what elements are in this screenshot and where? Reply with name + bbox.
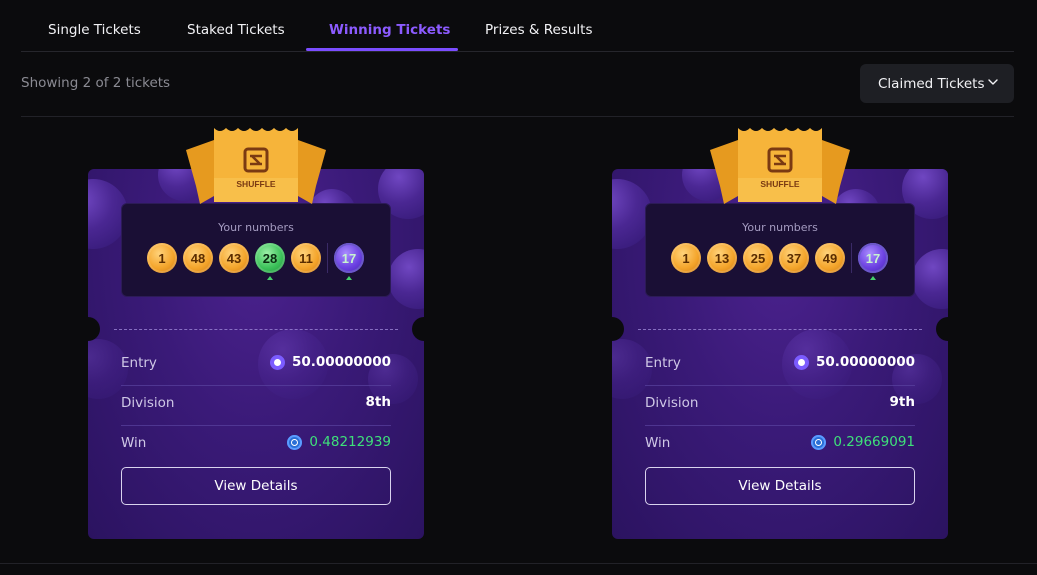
win-value: 0.48212939 bbox=[309, 434, 391, 450]
win-label: Win bbox=[121, 435, 147, 451]
tab-staked-tickets[interactable]: Staked Tickets bbox=[187, 22, 285, 38]
division-row: Division 9th bbox=[645, 383, 915, 423]
bonus-number-ball: 17 bbox=[334, 243, 364, 273]
usdc-coin-icon bbox=[287, 434, 303, 450]
match-indicator-icon bbox=[267, 276, 273, 280]
divider bbox=[0, 563, 1037, 564]
winning-ticket-card: Your numbers 1 13 25 37 49 17 Entry 50.0… bbox=[612, 126, 948, 539]
shuffle-token-icon bbox=[793, 354, 809, 370]
entry-row: Entry 50.00000000 bbox=[645, 343, 915, 383]
ticket-notch bbox=[612, 317, 624, 341]
ticket-tabs: Single Tickets Staked Tickets Winning Ti… bbox=[21, 0, 1014, 52]
perforation-line bbox=[638, 329, 922, 330]
number-ball: 1 bbox=[671, 243, 701, 273]
your-numbers-panel: Your numbers 1 48 43 28 11 17 bbox=[121, 203, 391, 297]
shuffle-token-icon bbox=[269, 354, 285, 370]
entry-label: Entry bbox=[645, 355, 681, 371]
winning-ticket-card: Your numbers 1 48 43 28 11 17 Entry 50.0… bbox=[88, 126, 424, 539]
your-numbers-label: Your numbers bbox=[218, 221, 294, 234]
win-label: Win bbox=[645, 435, 671, 451]
number-ball: 1 bbox=[147, 243, 177, 273]
ticket-filter-label: Claimed Tickets bbox=[878, 75, 985, 92]
decor-ball bbox=[912, 249, 948, 309]
division-value: 8th bbox=[365, 394, 391, 410]
ticket-notch bbox=[936, 317, 948, 341]
tab-prizes-results[interactable]: Prizes & Results bbox=[485, 22, 593, 38]
division-label: Division bbox=[121, 395, 175, 411]
tab-winning-tickets[interactable]: Winning Tickets bbox=[329, 22, 450, 38]
decor-ball bbox=[388, 249, 424, 309]
win-value: 0.29669091 bbox=[833, 434, 915, 450]
usdc-coin-icon bbox=[811, 434, 827, 450]
view-details-button[interactable]: View Details bbox=[645, 467, 915, 505]
win-row: Win 0.29669091 bbox=[645, 423, 915, 463]
matched-number-ball: 28 bbox=[255, 243, 285, 273]
division-row: Division 8th bbox=[121, 383, 391, 423]
number-balls: 1 48 43 28 11 17 bbox=[147, 243, 387, 280]
ticket-notch bbox=[412, 317, 424, 341]
match-indicator-icon bbox=[870, 276, 876, 280]
division-value: 9th bbox=[889, 394, 915, 410]
entry-value: 50.00000000 bbox=[815, 354, 915, 370]
entry-label: Entry bbox=[121, 355, 157, 371]
bonus-separator bbox=[851, 243, 852, 273]
tab-single-tickets[interactable]: Single Tickets bbox=[48, 22, 141, 38]
division-label: Division bbox=[645, 395, 699, 411]
logo-text: SHUFFLE bbox=[236, 179, 276, 189]
number-balls: 1 13 25 37 49 17 bbox=[671, 243, 911, 280]
your-numbers-panel: Your numbers 1 13 25 37 49 17 bbox=[645, 203, 915, 297]
ticket-notch bbox=[88, 317, 100, 341]
bonus-number-ball: 17 bbox=[858, 243, 888, 273]
golden-ticket-logo: SHUFFLE bbox=[710, 128, 850, 204]
perforation-line bbox=[114, 329, 398, 330]
logo-text: SHUFFLE bbox=[760, 179, 800, 189]
bonus-separator bbox=[327, 243, 328, 273]
your-numbers-label: Your numbers bbox=[742, 221, 818, 234]
divider bbox=[21, 116, 1014, 117]
chevron-down-icon bbox=[988, 79, 998, 85]
view-details-button[interactable]: View Details bbox=[121, 467, 391, 505]
win-row: Win 0.48212939 bbox=[121, 423, 391, 463]
entry-value: 50.00000000 bbox=[291, 354, 391, 370]
ticket-body: Your numbers 1 48 43 28 11 17 Entry 50.0… bbox=[88, 169, 424, 539]
number-ball: 13 bbox=[707, 243, 737, 273]
number-ball: 49 bbox=[815, 243, 845, 273]
number-ball: 11 bbox=[291, 243, 321, 273]
ticket-filter-dropdown[interactable]: Claimed Tickets bbox=[860, 64, 1014, 103]
number-ball: 43 bbox=[219, 243, 249, 273]
number-ball: 48 bbox=[183, 243, 213, 273]
number-ball: 25 bbox=[743, 243, 773, 273]
ticket-body: Your numbers 1 13 25 37 49 17 Entry 50.0… bbox=[612, 169, 948, 539]
ticket-count-text: Showing 2 of 2 tickets bbox=[21, 75, 171, 91]
number-ball: 37 bbox=[779, 243, 809, 273]
golden-ticket-logo: SHUFFLE bbox=[186, 128, 326, 204]
active-tab-indicator bbox=[306, 48, 458, 51]
entry-row: Entry 50.00000000 bbox=[121, 343, 391, 383]
match-indicator-icon bbox=[346, 276, 352, 280]
